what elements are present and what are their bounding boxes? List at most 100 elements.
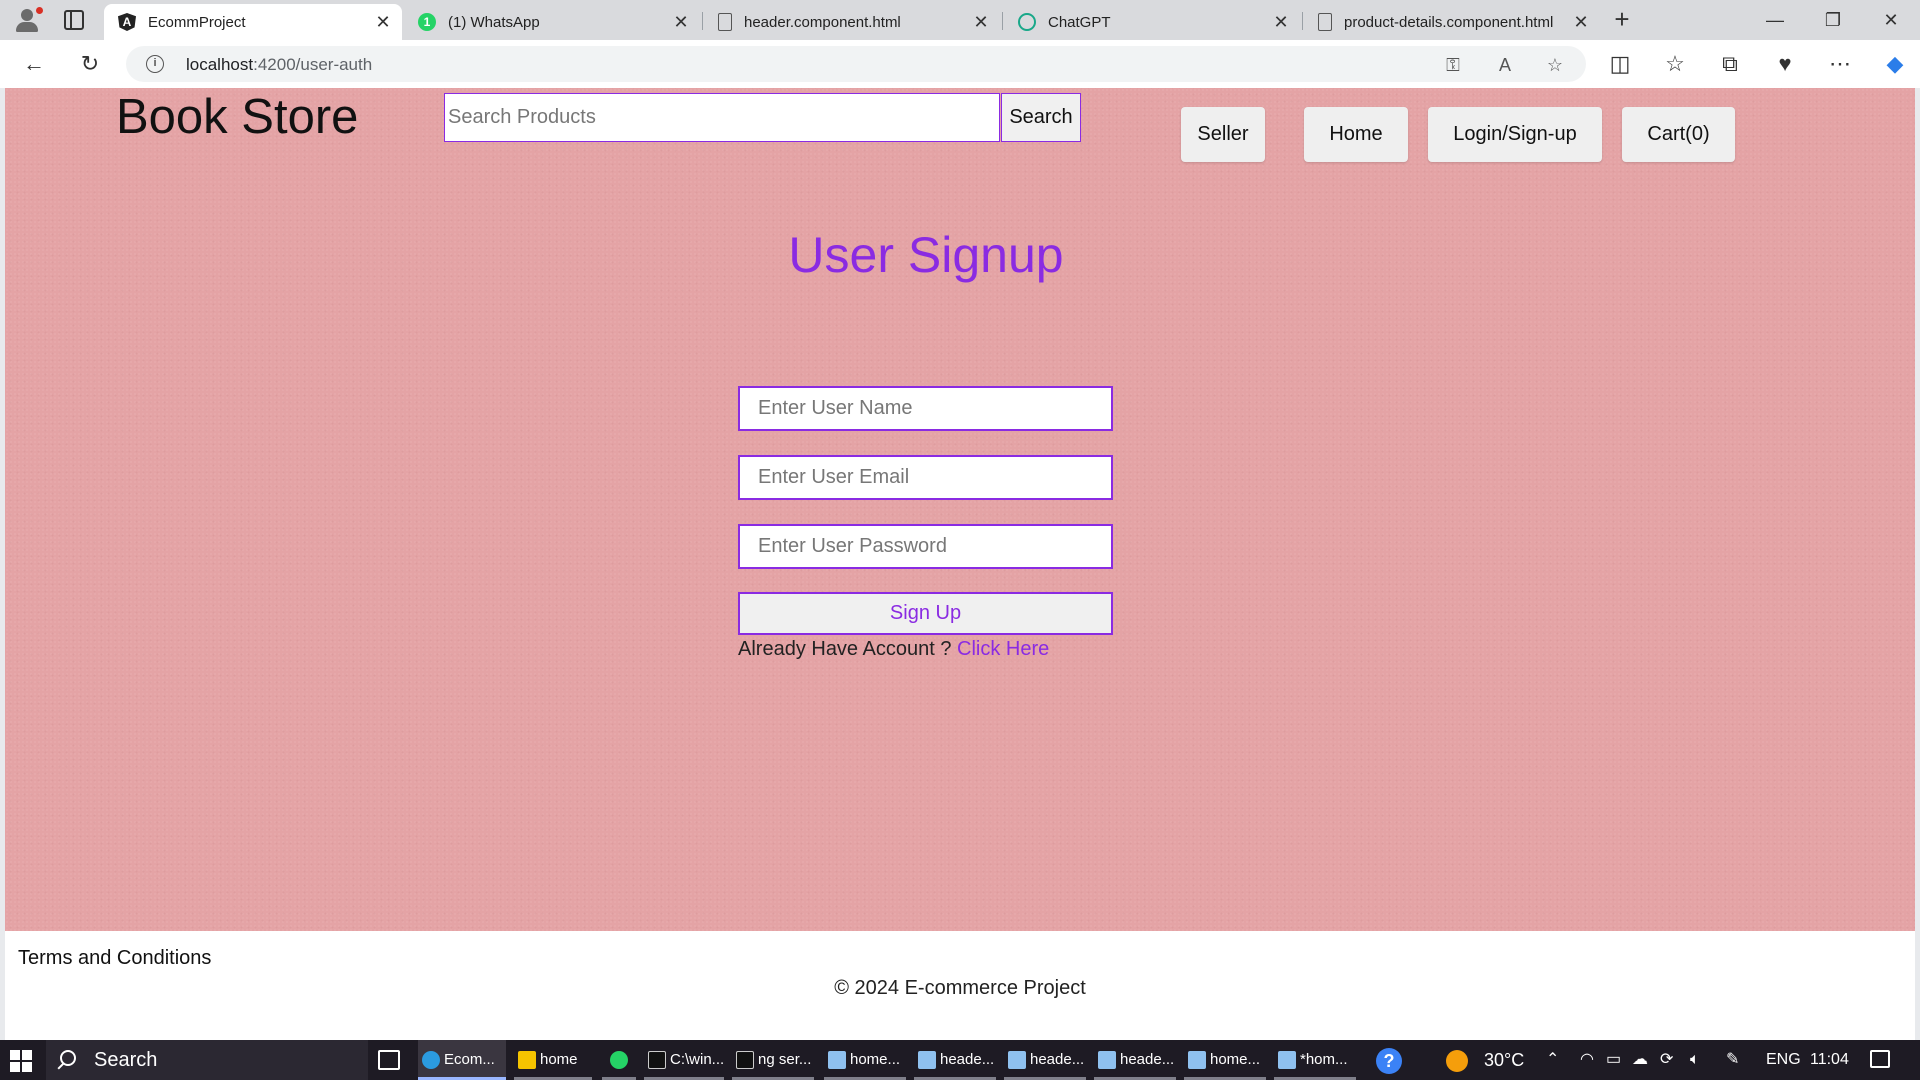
restore-icon[interactable]: ❐ xyxy=(1810,4,1856,36)
taskbar-app-notepad[interactable]: home... xyxy=(1184,1040,1266,1080)
sync-icon[interactable]: ⟳ xyxy=(1660,1040,1673,1080)
task-view-icon[interactable] xyxy=(378,1050,400,1070)
vertical-tabs-icon[interactable] xyxy=(64,10,84,30)
login-link[interactable]: Click Here xyxy=(957,638,1049,660)
windows-taskbar: Search Ecom... home C:\win... ng ser... … xyxy=(0,1040,1920,1080)
url-host: localhost xyxy=(186,55,254,74)
brand-logo[interactable]: Book Store xyxy=(116,89,358,145)
notepad-icon xyxy=(1188,1051,1206,1069)
taskbar-app-cmd[interactable]: C:\win... xyxy=(644,1040,724,1080)
terminal-icon xyxy=(648,1051,666,1069)
angular-icon: A xyxy=(118,13,136,31)
read-aloud-icon[interactable]: A xyxy=(1494,54,1516,76)
terminal-icon xyxy=(736,1051,754,1069)
copilot-icon[interactable]: ◆ xyxy=(1881,50,1909,78)
taskbar-app-notepad[interactable]: heade... xyxy=(914,1040,996,1080)
notepad-icon xyxy=(1098,1051,1116,1069)
taskbar-search[interactable]: Search xyxy=(46,1040,368,1080)
terms-link[interactable]: Terms and Conditions xyxy=(18,947,211,970)
volume-icon[interactable]: 🔈︎ xyxy=(1690,1040,1700,1080)
url-text[interactable]: localhost:4200/user-auth xyxy=(186,55,372,75)
already-account-label: Already Have Account ? xyxy=(738,638,952,660)
chatgpt-icon xyxy=(1018,13,1036,31)
taskbar-app-notepad[interactable]: heade... xyxy=(1094,1040,1176,1080)
site-info-icon[interactable]: i xyxy=(146,55,164,73)
nav-login-signup-button[interactable]: Login/Sign-up xyxy=(1428,107,1602,162)
profile-icon[interactable] xyxy=(12,6,43,34)
wifi-icon[interactable]: ◠ xyxy=(1580,1040,1594,1080)
clock-text[interactable]: 11:04 xyxy=(1810,1040,1849,1080)
pen-icon[interactable]: ✎ xyxy=(1726,1040,1739,1080)
tab-whatsapp[interactable]: 1 (1) WhatsApp ✕ xyxy=(404,4,700,40)
language-indicator[interactable]: ENG xyxy=(1766,1040,1801,1080)
close-icon[interactable]: ✕ xyxy=(670,12,692,33)
minimize-icon[interactable]: — xyxy=(1752,4,1798,36)
edge-icon xyxy=(422,1051,440,1069)
tab-product-details[interactable]: product-details.component.html ✕ xyxy=(1304,4,1600,40)
taskbar-app-edge[interactable]: Ecom... xyxy=(418,1040,506,1080)
whatsapp-icon xyxy=(610,1051,628,1069)
taskbar-app-label: ng ser... xyxy=(758,1051,812,1068)
taskbar-app-notepad[interactable]: home... xyxy=(824,1040,906,1080)
username-field[interactable]: Enter User Name xyxy=(738,386,1113,431)
page-content: Book Store Search Products Search Seller… xyxy=(5,88,1915,931)
email-field[interactable]: Enter User Email xyxy=(738,455,1113,500)
onedrive-icon[interactable]: ☁ xyxy=(1632,1040,1648,1080)
search-input[interactable]: Search Products xyxy=(444,93,1000,142)
address-bar[interactable]: i localhost:4200/user-auth ⚿ A ☆ xyxy=(126,46,1586,82)
taskbar-app-explorer[interactable]: home xyxy=(514,1040,592,1080)
taskbar-app-notepad[interactable]: *hom... xyxy=(1274,1040,1356,1080)
chevron-up-icon[interactable]: ⌃ xyxy=(1546,1040,1559,1080)
search-button[interactable]: Search xyxy=(1001,93,1081,142)
close-icon[interactable]: ✕ xyxy=(970,12,992,33)
battery-icon[interactable]: ▭ xyxy=(1606,1040,1621,1080)
file-icon xyxy=(1318,13,1332,31)
close-icon[interactable]: ✕ xyxy=(1570,12,1592,33)
password-key-icon[interactable]: ⚿ xyxy=(1442,54,1464,76)
search-icon xyxy=(60,1050,76,1066)
taskbar-app-ng-serve[interactable]: ng ser... xyxy=(732,1040,814,1080)
signup-button[interactable]: Sign Up xyxy=(738,592,1113,635)
taskbar-app-label: heade... xyxy=(940,1051,995,1068)
nav-seller-button[interactable]: Seller xyxy=(1181,107,1265,162)
notepad-icon xyxy=(1278,1051,1296,1069)
already-account-text: Already Have Account ? Click Here xyxy=(738,638,1049,661)
window-close-icon[interactable]: ✕ xyxy=(1868,4,1914,36)
more-options-icon[interactable]: ⋯ xyxy=(1826,50,1854,78)
weather-icon[interactable] xyxy=(1446,1050,1468,1072)
new-tab-icon[interactable]: + xyxy=(1608,6,1636,34)
password-field[interactable]: Enter User Password xyxy=(738,524,1113,569)
taskbar-app-whatsapp[interactable] xyxy=(602,1040,636,1080)
web-page: Book Store Search Products Search Seller… xyxy=(5,88,1915,1040)
file-icon xyxy=(718,13,732,31)
notepad-icon xyxy=(1008,1051,1026,1069)
taskbar-app-notepad[interactable]: heade... xyxy=(1004,1040,1086,1080)
browser-toolbar: ← ↻ i localhost:4200/user-auth ⚿ A ☆ ◫ ☆… xyxy=(0,40,1920,88)
tab-chatgpt[interactable]: ChatGPT ✕ xyxy=(1004,4,1300,40)
favorites-icon[interactable]: ☆ xyxy=(1661,50,1689,78)
nav-cart-button[interactable]: Cart(0) xyxy=(1622,107,1735,162)
taskbar-search-label: Search xyxy=(94,1049,158,1071)
temperature-text[interactable]: 30°C xyxy=(1484,1040,1524,1080)
taskbar-app-label: home... xyxy=(1210,1051,1261,1068)
taskbar-app-label: C:\win... xyxy=(670,1051,725,1068)
taskbar-app-label: *hom... xyxy=(1300,1051,1348,1068)
taskbar-app-label: home xyxy=(540,1051,578,1068)
windows-start-icon[interactable] xyxy=(10,1050,32,1072)
help-icon[interactable]: ? xyxy=(1376,1048,1402,1074)
split-screen-icon[interactable]: ◫ xyxy=(1606,50,1634,78)
collections-icon[interactable]: ⧉ xyxy=(1716,50,1744,78)
tab-header-component[interactable]: header.component.html ✕ xyxy=(704,4,1000,40)
close-icon[interactable]: ✕ xyxy=(1270,12,1292,33)
back-icon[interactable]: ← xyxy=(20,50,48,78)
browser-essentials-icon[interactable]: ♥ xyxy=(1771,50,1799,78)
tab-ecommproject[interactable]: A EcommProject ✕ xyxy=(104,4,402,40)
favorite-star-icon[interactable]: ☆ xyxy=(1544,54,1566,76)
notification-icon[interactable] xyxy=(1870,1050,1890,1068)
refresh-icon[interactable]: ↻ xyxy=(76,50,104,78)
notepad-icon xyxy=(828,1051,846,1069)
close-icon[interactable]: ✕ xyxy=(372,12,394,33)
taskbar-app-label: heade... xyxy=(1120,1051,1175,1068)
folder-icon xyxy=(518,1051,536,1069)
nav-home-button[interactable]: Home xyxy=(1304,107,1408,162)
